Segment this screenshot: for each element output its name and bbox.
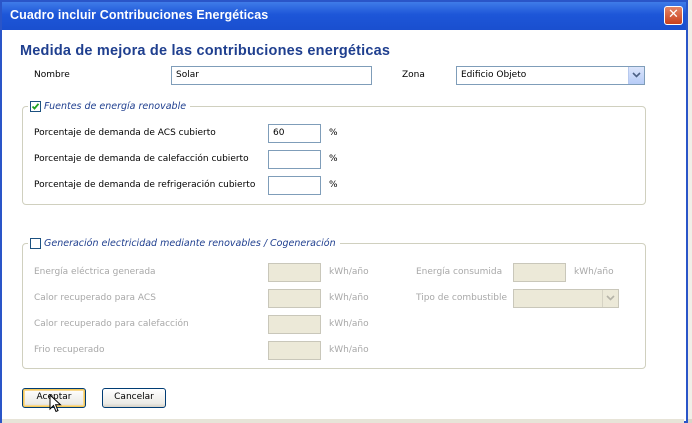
energia-electrica-label: Energía eléctrica generada <box>34 267 156 277</box>
acs-label: Porcentaje de demanda de ACS cubierto <box>34 128 216 138</box>
zona-value: Edificio Objeto <box>461 70 527 80</box>
calefaccion-label: Porcentaje de demanda de calefacción cub… <box>34 154 249 164</box>
page-title: Medida de mejora de las contribuciones e… <box>20 43 391 59</box>
tipo-combustible-select[interactable] <box>513 289 619 308</box>
renovable-legend-text: Fuentes de energía renovable <box>44 100 187 112</box>
title-bar[interactable]: Cuadro incluir Contribuciones Energética… <box>2 2 686 30</box>
refrigeracion-unit: % <box>329 180 338 190</box>
calor-acs-input[interactable] <box>268 289 321 308</box>
calefaccion-unit: % <box>329 154 338 164</box>
energia-electrica-input[interactable] <box>268 263 321 282</box>
zona-select[interactable]: Edificio Objeto <box>456 66 645 85</box>
frio-label: Frio recuperado <box>34 345 105 355</box>
dialog-body: Medida de mejora de las contribuciones e… <box>2 30 686 421</box>
zona-label: Zona <box>402 70 425 80</box>
window-title: Cuadro incluir Contribuciones Energética… <box>10 8 269 22</box>
close-icon[interactable]: ✕ <box>664 6 683 25</box>
energia-consumida-label: Energía consumida <box>416 267 503 277</box>
energia-consumida-input[interactable] <box>513 263 566 282</box>
chevron-down-icon[interactable] <box>628 67 644 84</box>
renovable-checkbox[interactable] <box>30 100 41 112</box>
calefaccion-input[interactable] <box>268 150 321 169</box>
calor-calefaccion-unit: kWh/año <box>329 319 369 329</box>
cogeneracion-legend: Generación electricidad mediante renovab… <box>28 235 340 251</box>
energia-electrica-unit: kWh/año <box>329 267 369 277</box>
calor-calefaccion-input[interactable] <box>268 315 321 334</box>
energia-consumida-unit: kWh/año <box>574 267 614 277</box>
calor-acs-label: Calor recuperado para ACS <box>34 293 156 303</box>
refrigeracion-input[interactable] <box>268 176 321 195</box>
chevron-down-icon[interactable] <box>602 290 618 307</box>
refrigeracion-label: Porcentaje de demanda de refrigeración c… <box>34 180 256 190</box>
background-strip <box>2 419 684 423</box>
cogeneracion-legend-text: Generación electricidad mediante renovab… <box>44 237 336 249</box>
dialog-window: Cuadro incluir Contribuciones Energética… <box>0 0 688 423</box>
cancel-button[interactable]: Cancelar <box>102 388 166 408</box>
calor-acs-unit: kWh/año <box>329 293 369 303</box>
frio-unit: kWh/año <box>329 345 369 355</box>
nombre-input[interactable]: Solar <box>171 66 372 85</box>
calor-calefaccion-label: Calor recuperado para calefacción <box>34 319 189 329</box>
renovable-legend: Fuentes de energía renovable <box>28 98 191 114</box>
mouse-cursor-icon <box>49 394 62 413</box>
acs-input[interactable]: 60 <box>268 124 321 143</box>
cogeneracion-checkbox[interactable] <box>30 237 41 249</box>
tipo-combustible-label: Tipo de combustible <box>416 293 508 303</box>
nombre-label: Nombre <box>34 70 70 80</box>
acs-unit: % <box>329 128 338 138</box>
frio-input[interactable] <box>268 341 321 360</box>
